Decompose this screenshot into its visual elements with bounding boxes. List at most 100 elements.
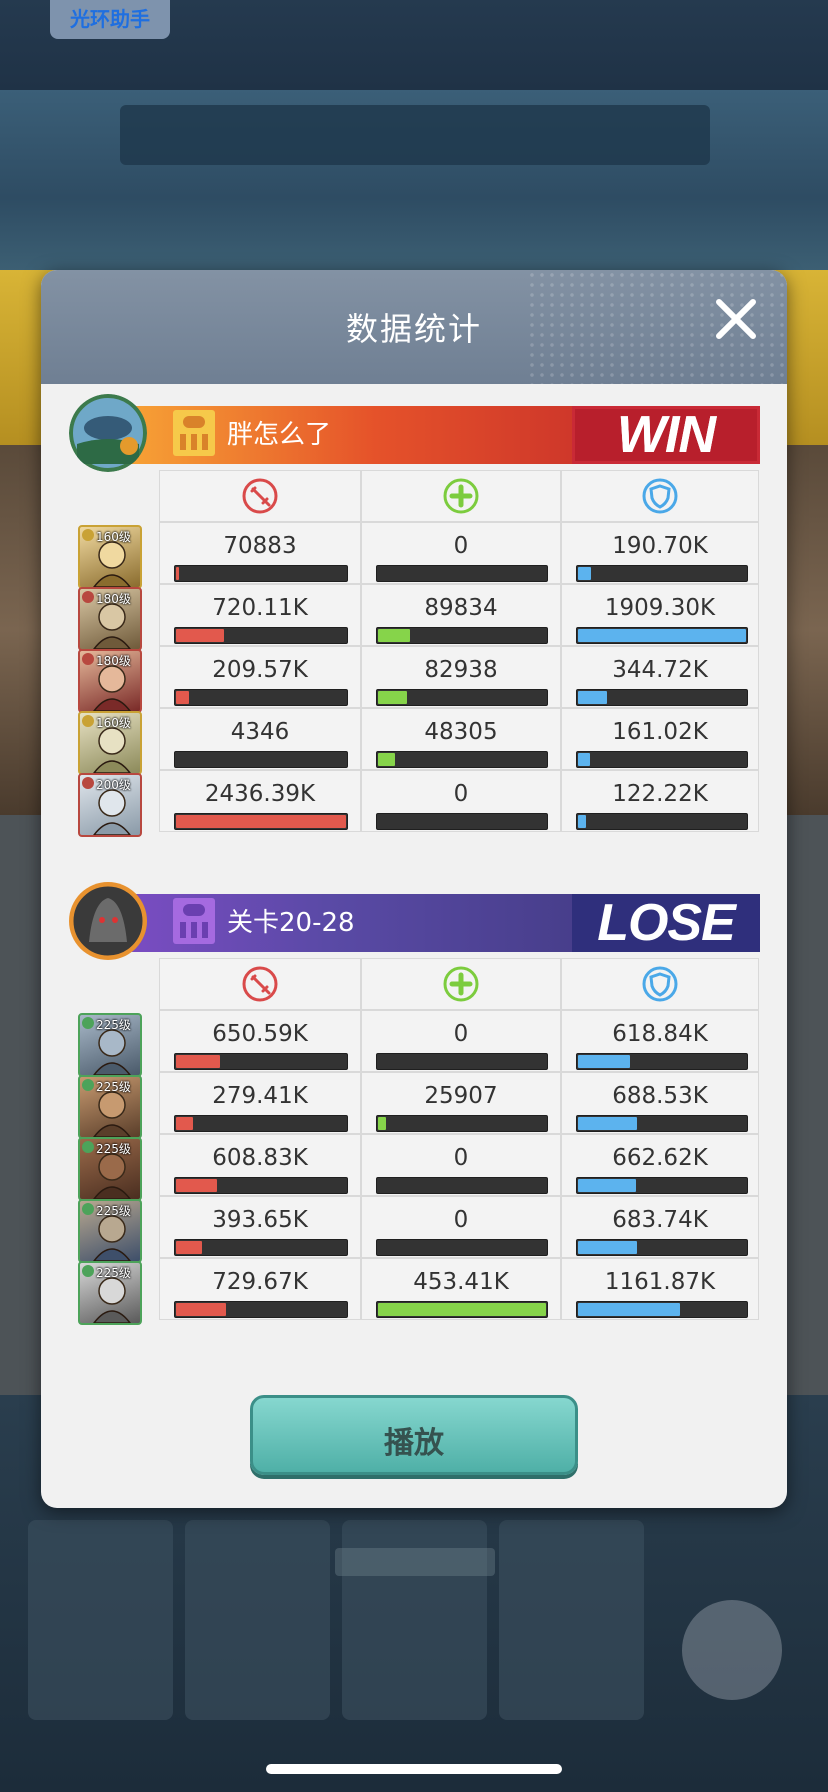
- damage-value: 70883: [223, 533, 297, 559]
- stat-bar-fill: [578, 1179, 636, 1192]
- stat-bar: [576, 1239, 748, 1256]
- assist-badge[interactable]: 光环助手: [50, 0, 170, 39]
- heal-value: 89834: [424, 595, 498, 621]
- sword-icon: [242, 966, 278, 1002]
- result-text: WIN: [616, 406, 716, 464]
- stat-cell: 729.67K: [159, 1258, 361, 1320]
- damage-value: 608.83K: [212, 1145, 308, 1171]
- hero-portrait[interactable]: 160级: [78, 711, 142, 775]
- stat-cell: 279.41K: [159, 1072, 361, 1134]
- stat-bar: [174, 751, 348, 768]
- damage-value: 729.67K: [212, 1269, 308, 1295]
- hero-portrait[interactable]: 225级: [78, 1137, 142, 1201]
- home-indicator[interactable]: [266, 1764, 562, 1774]
- hero-rank-gem-icon: [82, 1141, 94, 1153]
- stat-bar: [174, 1115, 348, 1132]
- hero-portrait[interactable]: 160级: [78, 525, 142, 589]
- stat-bar-fill: [176, 1241, 202, 1254]
- close-icon[interactable]: [713, 296, 759, 342]
- banner-emblem-icon: [173, 898, 215, 944]
- hero-row: 225级 393.65K 0 683.74K: [69, 1196, 759, 1263]
- banner-emblem-icon: [173, 410, 215, 456]
- hero-row: 225级 650.59K 0 618.84K: [69, 1010, 759, 1077]
- stat-bar-fill: [578, 1303, 680, 1316]
- play-button[interactable]: 播放: [250, 1395, 578, 1475]
- heal-value: 82938: [424, 657, 498, 683]
- stat-bar-fill: [578, 753, 590, 766]
- damage-value: 720.11K: [212, 595, 308, 621]
- background-hint: [335, 1548, 495, 1576]
- stat-cell: 2436.39K: [159, 770, 361, 832]
- result-win: WIN: [572, 406, 760, 464]
- stat-bar: [174, 1239, 348, 1256]
- hero-portrait[interactable]: 225级: [78, 1199, 142, 1263]
- dialog-header: 数据统计: [41, 270, 787, 384]
- hero-row: 225级 729.67K 453.41K 1161.87K: [69, 1258, 759, 1325]
- stat-bar-fill: [378, 1303, 546, 1316]
- stat-bar: [376, 565, 548, 582]
- player-avatar[interactable]: [69, 394, 147, 472]
- heal-cross-icon: [443, 966, 479, 1002]
- team-name: 关卡20-28: [227, 908, 355, 938]
- hero-row: 180级 720.11K 89834 1909.30K: [69, 584, 759, 651]
- stat-bar-fill: [378, 629, 410, 642]
- stat-cell: 608.83K: [159, 1134, 361, 1196]
- hero-cell: 180级: [69, 646, 159, 713]
- stat-cell: 0: [361, 1134, 561, 1196]
- stat-bar: [174, 1301, 348, 1318]
- hero-portrait[interactable]: 200级: [78, 773, 142, 837]
- hero-cell: 180级: [69, 584, 159, 651]
- stat-bar: [576, 1115, 748, 1132]
- hero-portrait[interactable]: 180级: [78, 587, 142, 651]
- hero-portrait[interactable]: 225级: [78, 1075, 142, 1139]
- hero-rank-gem-icon: [82, 777, 94, 789]
- tank-value: 190.70K: [612, 533, 708, 559]
- stat-bar: [376, 627, 548, 644]
- heal-value: 25907: [424, 1083, 498, 1109]
- heal-value: 453.41K: [413, 1269, 509, 1295]
- stat-bar: [174, 1177, 348, 1194]
- stat-cell: 618.84K: [561, 1010, 759, 1072]
- stat-bar: [376, 813, 548, 830]
- hero-rank-gem-icon: [82, 1017, 94, 1029]
- background-round-button: [682, 1600, 782, 1700]
- hero-level: 225级: [96, 1142, 131, 1156]
- stat-bar: [576, 813, 748, 830]
- stat-cell: 89834: [361, 584, 561, 646]
- hero-rank-gem-icon: [82, 529, 94, 541]
- tank-value: 1909.30K: [604, 595, 716, 621]
- hero-level: 225级: [96, 1266, 131, 1280]
- team-banner-player: 胖怎么了 WIN: [69, 394, 760, 472]
- stat-bar-fill: [176, 815, 346, 828]
- hero-rank-gem-icon: [82, 591, 94, 603]
- hero-portrait[interactable]: 225级: [78, 1261, 142, 1325]
- heal-value: 0: [453, 1145, 469, 1171]
- enemy-avatar[interactable]: [69, 882, 147, 960]
- damage-value: 209.57K: [212, 657, 308, 683]
- damage-value: 2436.39K: [204, 781, 316, 807]
- hero-row: 180级 209.57K 82938 344.72K: [69, 646, 759, 713]
- stats-dialog: 数据统计 胖怎么了 WIN 160级 70883 0 190.70K 180级 …: [41, 270, 787, 1508]
- shield-icon: [642, 478, 678, 514]
- hero-portrait[interactable]: 180级: [78, 649, 142, 713]
- heal-value: 0: [453, 533, 469, 559]
- stat-bar: [576, 1053, 748, 1070]
- hero-row: 160级 70883 0 190.70K: [69, 522, 759, 589]
- hero-rank-gem-icon: [82, 715, 94, 727]
- background-card: [28, 1520, 173, 1720]
- stat-header-cell: [159, 958, 361, 1010]
- stat-cell: 70883: [159, 522, 361, 584]
- hero-rank-gem-icon: [82, 653, 94, 665]
- stat-bar: [376, 1115, 548, 1132]
- stat-bar-fill: [378, 691, 407, 704]
- stat-bar-fill: [176, 1179, 217, 1192]
- team-banner-enemy: 关卡20-28 LOSE: [69, 882, 760, 960]
- stat-cell: 122.22K: [561, 770, 759, 832]
- stat-cell: 0: [361, 522, 561, 584]
- hero-cell: 225级: [69, 1134, 159, 1201]
- hero-portrait[interactable]: 225级: [78, 1013, 142, 1077]
- stat-cell: 683.74K: [561, 1196, 759, 1258]
- stat-bar-fill: [578, 691, 607, 704]
- stat-cell: 0: [361, 770, 561, 832]
- stat-bar-fill: [176, 1117, 193, 1130]
